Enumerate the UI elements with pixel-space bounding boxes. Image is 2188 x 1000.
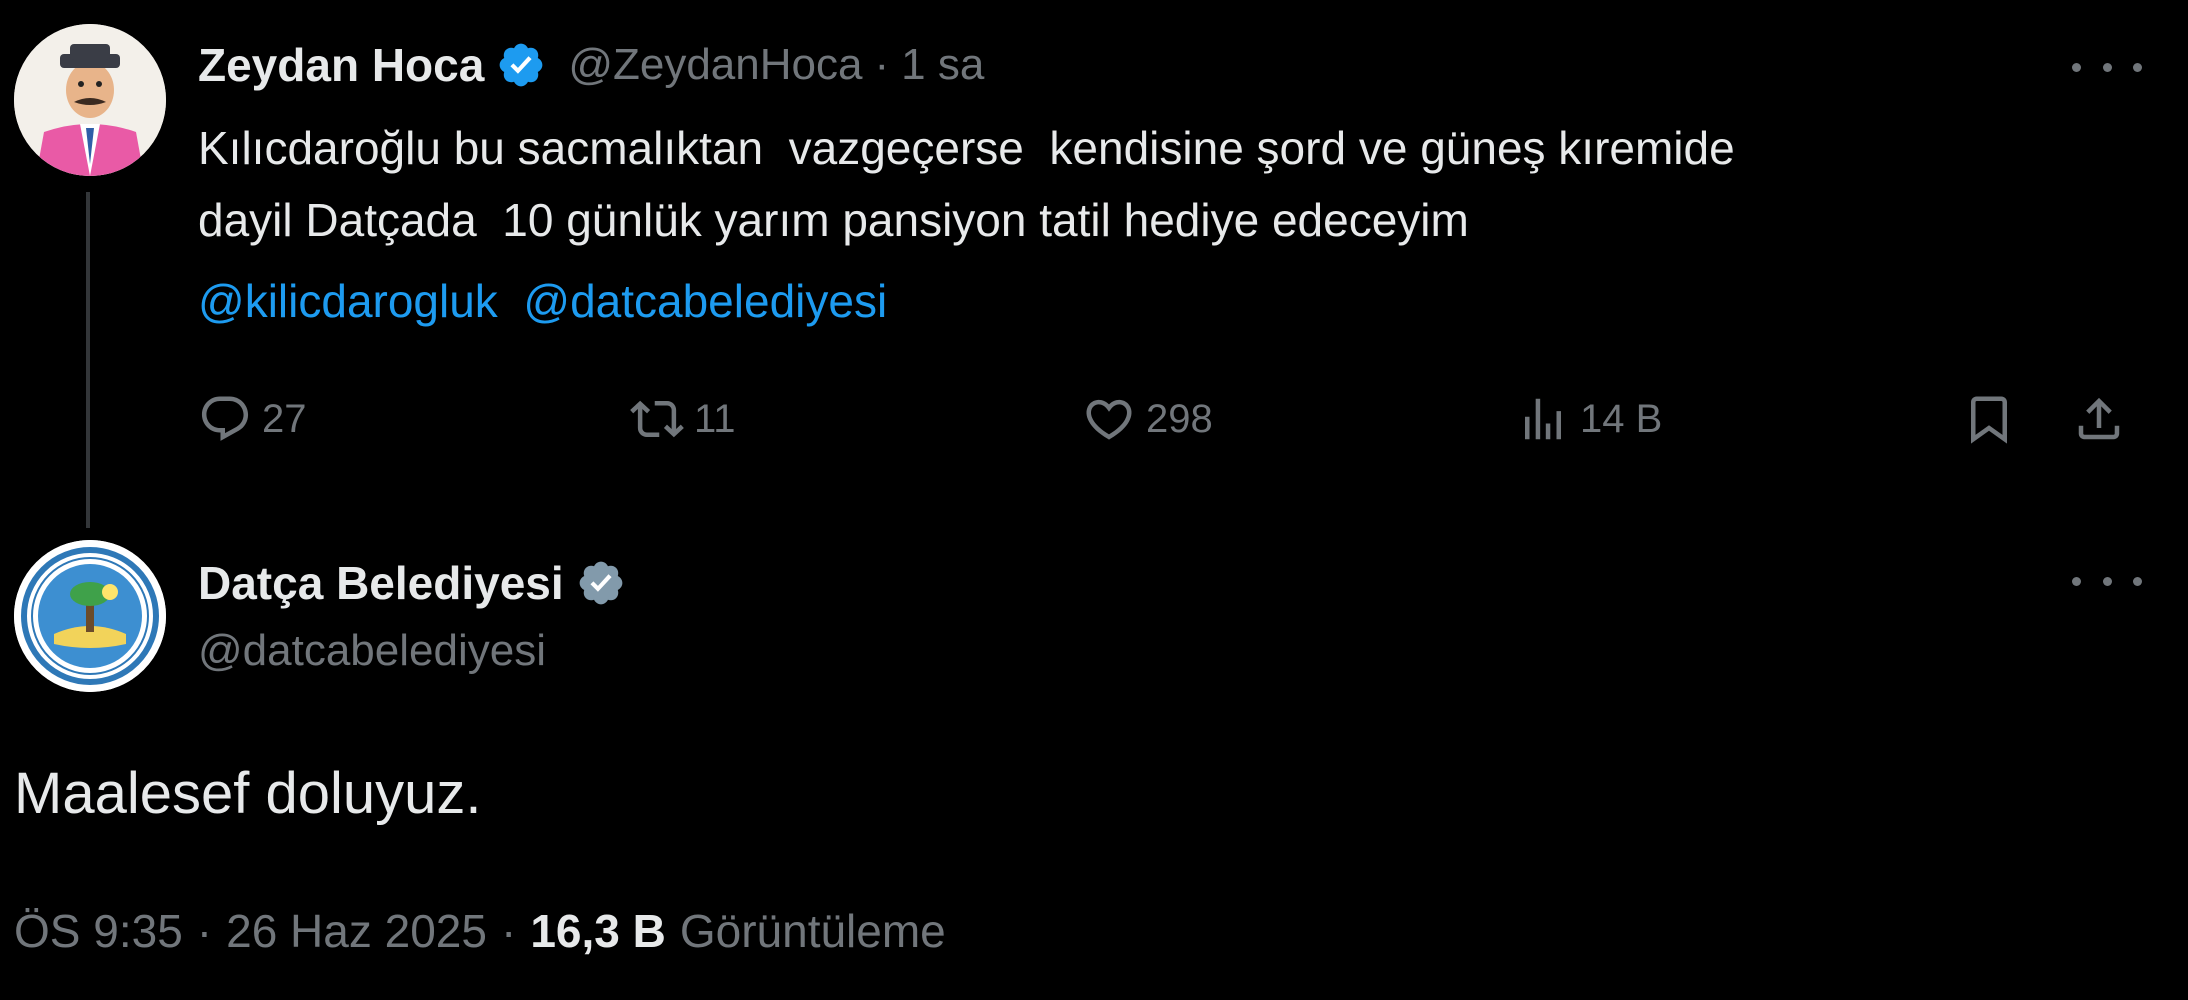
tweet-text: Kılıcdaroğlu bu sacmalıktan vazgeçerse k… — [198, 112, 2158, 256]
mention-link[interactable]: @datcabelediyesi — [523, 275, 887, 327]
municipality-logo-avatar-icon — [14, 540, 166, 692]
avatar-datca-belediyesi[interactable] — [14, 540, 166, 692]
bookmark-icon — [1971, 396, 2007, 444]
meta-separator: · — [500, 905, 517, 957]
bookmark-button[interactable] — [1962, 388, 2016, 450]
reply-author-display-name[interactable]: Datça Belediyesi — [198, 556, 564, 610]
share-icon — [2078, 397, 2120, 440]
avatar-zeydan-hoca[interactable] — [14, 24, 166, 176]
tweet-header: Zeydan Hoca @ZeydanHoca · 1 sa — [198, 30, 984, 100]
view-label: Görüntüleme — [679, 905, 946, 957]
retweet-icon — [630, 400, 684, 438]
reply-author-handle[interactable]: @datcabelediyesi — [198, 626, 546, 676]
reply-icon — [201, 396, 249, 441]
header-separator: · — [874, 40, 890, 89]
like-button[interactable]: 298 — [1082, 388, 1213, 450]
views-count: 14 B — [1580, 396, 1663, 441]
more-options-icon[interactable] — [2072, 52, 2142, 82]
timestamp[interactable]: ÖS 9:35 — [14, 904, 183, 958]
like-count: 298 — [1146, 396, 1213, 441]
heart-icon — [1086, 399, 1132, 440]
thread-connector-line — [86, 192, 90, 528]
view-count: 16,3 B — [530, 905, 666, 957]
verified-badge-icon[interactable] — [496, 40, 546, 90]
reply-count: 27 — [262, 396, 307, 441]
author-handle[interactable]: @ZeydanHoca — [568, 40, 862, 90]
cartoon-man-avatar-icon — [14, 24, 166, 176]
reply-button[interactable]: 27 — [198, 388, 307, 450]
retweet-count: 11 — [694, 396, 736, 441]
views-icon — [1525, 398, 1561, 440]
tweet-time[interactable]: 1 sa — [901, 40, 984, 90]
reply-text: Maalesef doluyuz. — [14, 761, 482, 826]
views-button[interactable]: 14 B — [1516, 388, 1662, 450]
mention-link[interactable]: @kilicdarogluk — [198, 275, 498, 327]
share-button[interactable] — [2072, 388, 2126, 450]
tweet-text-line-2: dayil Datçada 10 günlük yarım pansiyon t… — [198, 194, 1469, 246]
gray-verified-badge-icon[interactable] — [576, 558, 626, 608]
retweet-button[interactable]: 11 — [630, 388, 736, 450]
date[interactable]: 26 Haz 2025 — [226, 904, 487, 958]
more-options-icon[interactable] — [2072, 566, 2142, 596]
tweet-meta: ÖS 9:35 · 26 Haz 2025 · 16,3 B Görüntüle… — [14, 904, 946, 958]
meta-separator: · — [196, 905, 213, 957]
author-display-name[interactable]: Zeydan Hoca — [198, 38, 484, 92]
tweet-text-line-1: Kılıcdaroğlu bu sacmalıktan vazgeçerse k… — [198, 122, 1735, 174]
reply-header: Datça Belediyesi — [198, 548, 626, 618]
tweet-mentions: @kilicdarogluk @datcabelediyesi — [198, 268, 887, 334]
